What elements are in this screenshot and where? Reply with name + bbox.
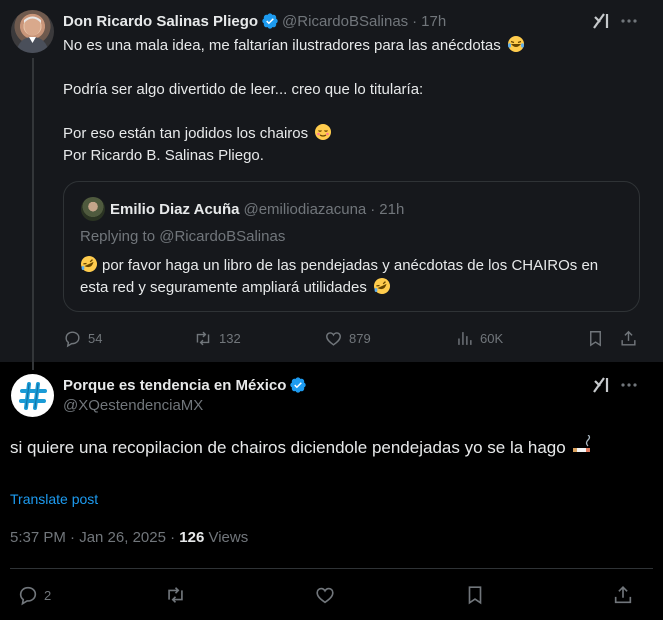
like-icon [326,331,341,346]
bookmark-button[interactable] [464,583,486,607]
divider [10,568,653,569]
separator-dot: · [370,200,376,218]
reply-button[interactable]: 2 [17,583,51,607]
parent-tweet-header: Don Ricardo Salinas Pliego @RicardoBSali… [63,11,446,31]
rofl-emoji-icon [81,256,97,272]
grok-icon[interactable] [591,375,611,400]
bookmark-button[interactable] [586,327,605,349]
repost-button[interactable]: 132 [193,327,241,349]
share-button[interactable] [612,583,634,607]
rofl-emoji-icon [374,278,390,294]
parent-tweet-actions: 54 132 879 60K [63,327,643,349]
separator-dot: · [412,12,418,30]
tweet-line: Por eso están tan jodidos los chairos [63,123,643,145]
tweet-time[interactable]: 17h [421,13,446,30]
author-name[interactable]: Don Ricardo Salinas Pliego [63,13,258,30]
tweet-line: Por Ricardo B. Salinas Pliego. [63,147,264,164]
quoted-author-name[interactable]: Emilio Diaz Acuña [110,201,239,218]
quoted-tweet-text: por favor haga un libro de las pendejada… [80,255,630,299]
relieved-emoji-icon [315,124,332,140]
parent-tweet-text: No es una mala idea, me faltarían ilustr… [63,35,643,167]
reply-icon [19,586,37,606]
repost-icon [168,587,183,603]
timeline: Don Ricardo Salinas Pliego @RicardoBSali… [0,0,663,620]
main-tweet-actions: 2 [0,583,663,607]
author-handle[interactable]: @RicardoBSalinas [282,13,408,30]
views-icon [458,331,472,345]
quoted-tweet-time[interactable]: 21h [379,201,404,218]
reply-count: 54 [88,330,103,346]
avatar-emilio-diaz[interactable] [81,197,105,221]
views-count: 60K [480,330,504,346]
repost-icon [196,331,210,345]
replying-to-label: Replying to @RicardoBSalinas [80,228,286,245]
laughing-emoji-icon [507,36,524,52]
parent-tweet[interactable]: Don Ricardo Salinas Pliego @RicardoBSali… [0,0,663,362]
avatar-xqestendencia[interactable] [11,374,54,417]
quoted-author-handle[interactable]: @emiliodiazacuna [243,201,366,218]
tweet-meta: 5:37 PM · Jan 26, 2025 · 126 Views [10,529,248,546]
views-label: Views [204,529,249,546]
bookmark-icon [468,586,482,605]
quoted-tweet-header: Emilio Diaz Acuña @emiliodiazacuna · 21h [110,199,404,219]
thread-line [32,58,34,362]
share-button[interactable] [619,327,638,349]
hashtag-logo-icon [18,381,47,410]
repost-button[interactable] [164,583,187,607]
main-tweet-header: Porque es tendencia en México [63,375,310,395]
more-icon[interactable] [620,12,638,35]
reply-button[interactable]: 54 [63,327,102,349]
main-tweet-text: si quiere una recopilacion de chairos di… [10,434,650,462]
author-handle[interactable]: @XQestendenciaMX [63,397,203,414]
like-icon [316,587,334,604]
share-icon [614,586,632,604]
like-button[interactable]: 879 [324,327,371,349]
share-icon [621,330,636,346]
avatar-ricardo-salinas[interactable] [11,10,54,53]
reply-icon [65,330,80,347]
reply-count: 2 [44,587,52,603]
quoted-tweet-card[interactable]: Emilio Diaz Acuña @emiliodiazacuna · 21h… [63,181,640,312]
author-name[interactable]: Porque es tendencia en México [63,377,286,394]
tweet-line: No es una mala idea, me faltarían ilustr… [63,35,643,57]
repost-count: 132 [219,330,241,346]
views-button[interactable]: 60K [455,327,503,349]
verified-badge-icon[interactable] [289,376,307,394]
like-button[interactable] [314,583,336,607]
like-count: 879 [349,330,371,346]
tweet-line: Podría ser algo divertido de leer... cre… [63,81,424,98]
thread-connector [32,362,34,370]
grok-icon[interactable] [591,11,611,36]
translate-post-link[interactable]: Translate post [10,491,98,507]
smoking-emoji-icon [573,435,591,452]
bookmark-icon [590,330,601,347]
views-count: 126 [179,529,205,546]
more-icon[interactable] [620,376,638,399]
tweet-timestamp[interactable]: 5:37 PM · Jan 26, 2025 · [10,529,179,546]
verified-badge-icon[interactable] [261,12,279,30]
